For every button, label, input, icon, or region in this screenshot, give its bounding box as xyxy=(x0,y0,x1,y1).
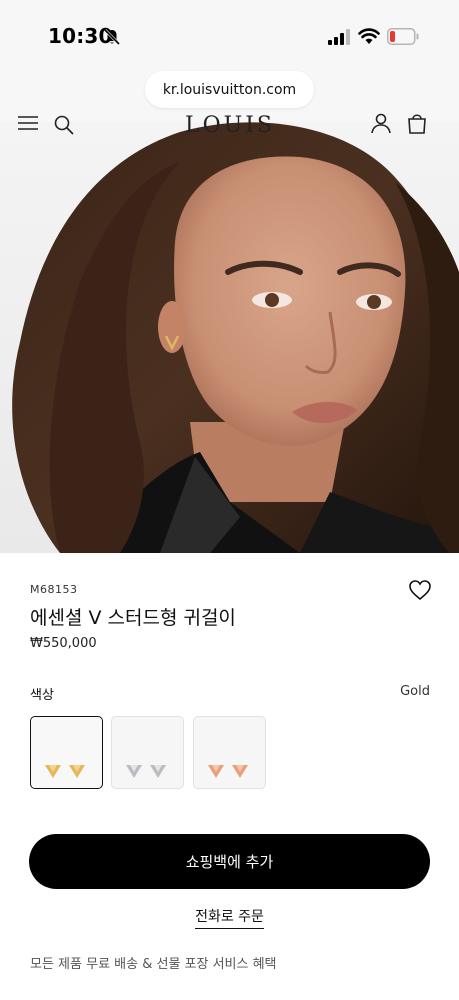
menu-icon[interactable] xyxy=(18,116,38,130)
silver-earrings-thumbnail xyxy=(126,765,166,778)
address-bar[interactable]: kr.louisvuitton.com xyxy=(145,71,314,108)
benefits-text[interactable]: 모든 제품 무료 배송 & 선물 포장 서비스 혜택 xyxy=(30,953,277,972)
search-icon[interactable] xyxy=(54,115,74,135)
color-label: 색상 xyxy=(30,688,54,703)
color-swatch-rose-gold[interactable] xyxy=(193,716,266,789)
address-bar-url: kr.louisvuitton.com xyxy=(162,81,297,98)
wifi-icon xyxy=(358,28,380,44)
wishlist-heart-icon[interactable] xyxy=(409,580,431,600)
color-swatch-silver[interactable] xyxy=(111,716,184,789)
account-icon[interactable] xyxy=(371,113,391,133)
shopping-bag-icon[interactable] xyxy=(406,112,428,134)
add-to-cart-label: 쇼핑백에 추가 xyxy=(185,853,274,871)
selected-color-value: Gold xyxy=(400,684,430,699)
product-hero-image[interactable] xyxy=(0,122,459,553)
bell-slash-icon xyxy=(103,28,121,46)
status-bar: 10:30 xyxy=(0,0,459,70)
gold-earrings-thumbnail xyxy=(45,765,85,778)
rose-gold-earrings-thumbnail xyxy=(208,765,248,778)
product-price: ₩550,000 xyxy=(30,636,97,651)
brand-logo[interactable]: LOUIS VUITTON xyxy=(140,110,320,134)
phone-order-container: 전화로 주문 xyxy=(0,906,459,929)
product-name: 에센셜 V 스터드형 귀걸이 xyxy=(30,607,236,629)
battery-low-icon xyxy=(387,28,419,45)
color-swatch-gold[interactable] xyxy=(30,716,103,789)
site-header: LOUIS VUITTON xyxy=(0,110,459,135)
add-to-cart-button[interactable]: 쇼핑백에 추가 xyxy=(29,834,430,889)
phone-order-link[interactable]: 전화로 주문 xyxy=(195,909,264,929)
product-sku: M68153 xyxy=(30,583,78,596)
cellular-signal-icon xyxy=(328,29,350,45)
